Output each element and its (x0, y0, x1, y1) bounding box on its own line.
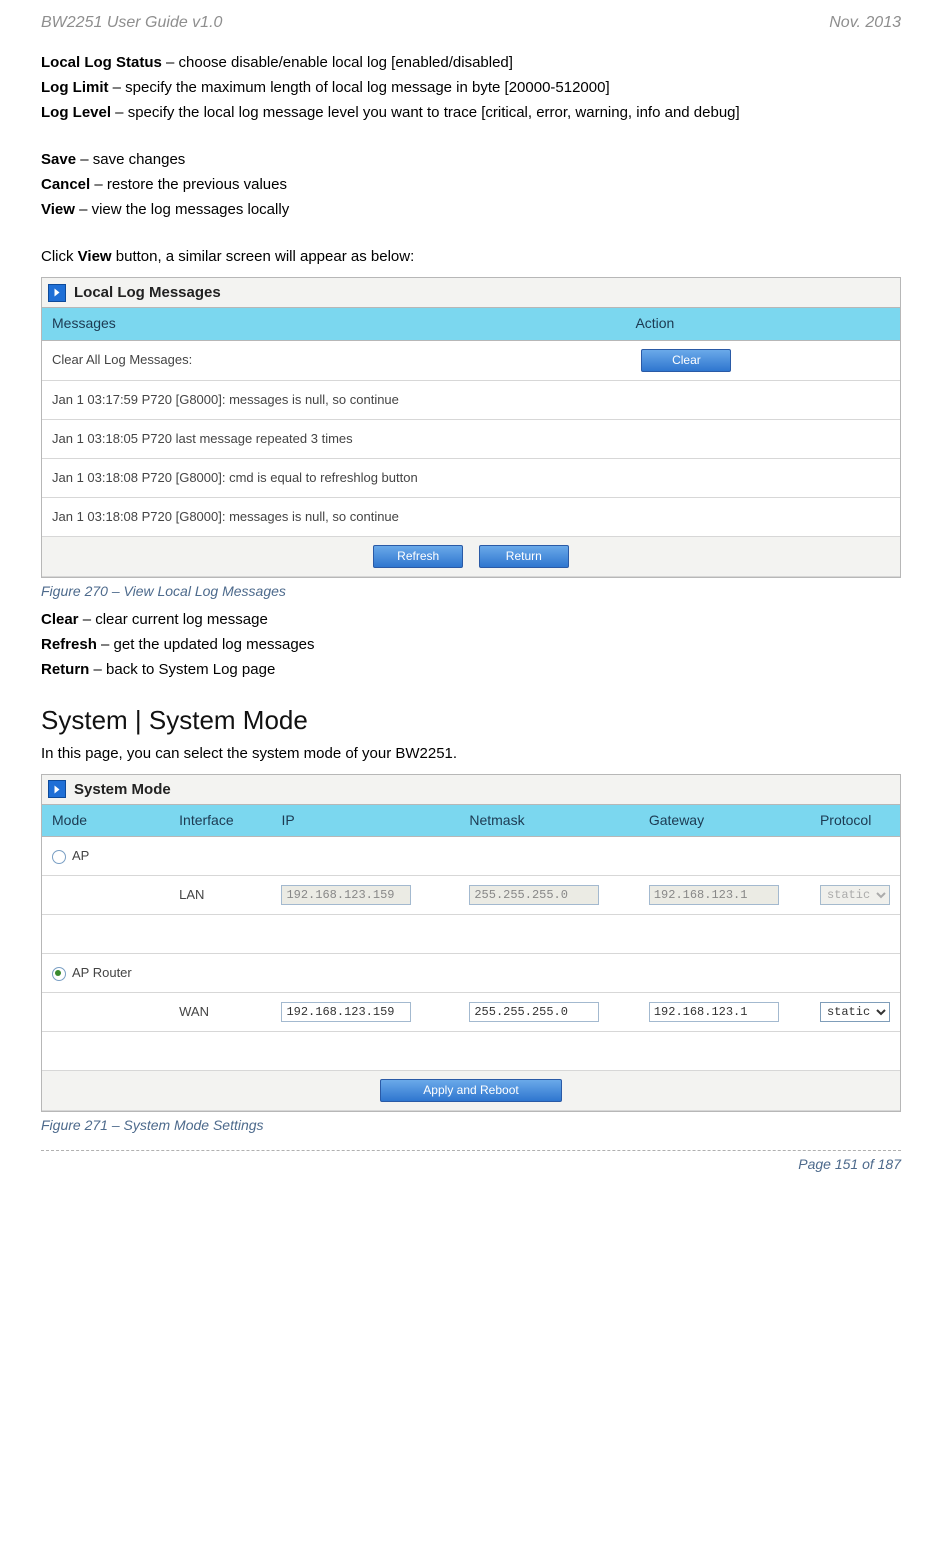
apply-reboot-button[interactable]: Apply and Reboot (380, 1079, 562, 1102)
def-return: Return – back to System Log page (41, 659, 901, 680)
def-local-log-status: Local Log Status – choose disable/enable… (41, 52, 901, 73)
term-log-level: Log Level (41, 104, 111, 121)
term-view: View (41, 201, 75, 218)
term-save: Save (41, 151, 76, 168)
def-view: View – view the log messages locally (41, 199, 901, 220)
lan-ip-input (281, 885, 411, 905)
mode-aprouter-row: AP Router (42, 954, 900, 993)
col-ip: IP (271, 805, 459, 837)
lan-gateway-input (649, 885, 779, 905)
return-button[interactable]: Return (479, 545, 569, 568)
wan-proto-select[interactable]: static (820, 1002, 890, 1022)
col-protocol: Protocol (810, 805, 900, 837)
panel-title-row: Local Log Messages (42, 278, 900, 308)
log-row: Jan 1 03:17:59 P720 [G8000]: messages is… (42, 380, 900, 419)
log-table: Messages Action Clear All Log Messages: … (42, 308, 900, 576)
radio-ap-router[interactable] (52, 967, 66, 981)
col-action: Action (625, 308, 900, 340)
panel-collapse-icon (48, 780, 66, 798)
col-interface: Interface (169, 805, 271, 837)
clear-all-label: Clear All Log Messages: (42, 340, 625, 380)
log-row: Jan 1 03:18:05 P720 last message repeate… (42, 419, 900, 458)
iface-lan-label: LAN (169, 876, 271, 915)
doc-header-right: Nov. 2013 (829, 12, 901, 34)
col-netmask: Netmask (459, 805, 639, 837)
section-heading-system-mode: System | System Mode (41, 702, 901, 738)
def-refresh: Refresh – get the updated log messages (41, 634, 901, 655)
panel-title: Local Log Messages (74, 282, 221, 303)
lan-proto-select: static (820, 885, 890, 905)
log-action-row: Refresh Return (42, 536, 900, 576)
clear-button[interactable]: Clear (641, 349, 731, 372)
section-intro: In this page, you can select the system … (41, 743, 901, 764)
col-mode: Mode (42, 805, 169, 837)
def-save: Save – save changes (41, 149, 901, 170)
panel-title-row: System Mode (42, 775, 900, 805)
radio-ap-label: AP (72, 848, 89, 863)
system-mode-panel: System Mode Mode Interface IP Netmask Ga… (41, 774, 901, 1112)
term-local-log-status: Local Log Status (41, 54, 162, 71)
term-cancel: Cancel (41, 176, 90, 193)
wan-netmask-input[interactable] (469, 1002, 599, 1022)
wan-gateway-input[interactable] (649, 1002, 779, 1022)
doc-header-left: BW2251 User Guide v1.0 (41, 12, 222, 34)
def-log-level: Log Level – specify the local log messag… (41, 102, 901, 123)
page-footer: Page 151 of 187 (41, 1155, 901, 1175)
lan-row: LAN static (42, 876, 900, 915)
click-view-sentence: Click View button, a similar screen will… (41, 246, 901, 267)
panel-title: System Mode (74, 779, 171, 800)
log-row: Jan 1 03:18:08 P720 [G8000]: messages is… (42, 497, 900, 536)
def-cancel: Cancel – restore the previous values (41, 174, 901, 195)
panel-collapse-icon (48, 284, 66, 302)
iface-wan-label: WAN (169, 993, 271, 1032)
doc-header: BW2251 User Guide v1.0 Nov. 2013 (41, 12, 901, 34)
spacer-row (42, 915, 900, 954)
term-return: Return (41, 661, 89, 678)
wan-row: WAN static (42, 993, 900, 1032)
col-gateway: Gateway (639, 805, 810, 837)
wan-ip-input[interactable] (281, 1002, 411, 1022)
figure-271-caption: Figure 271 – System Mode Settings (41, 1116, 901, 1136)
radio-ap[interactable] (52, 850, 66, 864)
term-refresh: Refresh (41, 636, 97, 653)
mode-ap-row: AP (42, 837, 900, 876)
figure-270-caption: Figure 270 – View Local Log Messages (41, 582, 901, 602)
clear-all-row: Clear All Log Messages: Clear (42, 340, 900, 380)
def-clear: Clear – clear current log message (41, 609, 901, 630)
radio-ap-router-label: AP Router (72, 965, 132, 980)
spacer-row (42, 1032, 900, 1071)
mode-action-row: Apply and Reboot (42, 1071, 900, 1111)
local-log-panel: Local Log Messages Messages Action Clear… (41, 277, 901, 577)
footer-divider (41, 1150, 901, 1151)
col-messages: Messages (42, 308, 625, 340)
lan-netmask-input (469, 885, 599, 905)
def-log-limit: Log Limit – specify the maximum length o… (41, 77, 901, 98)
log-row: Jan 1 03:18:08 P720 [G8000]: cmd is equa… (42, 458, 900, 497)
term-log-limit: Log Limit (41, 79, 109, 96)
term-clear: Clear (41, 611, 79, 628)
refresh-button[interactable]: Refresh (373, 545, 463, 568)
system-mode-table: Mode Interface IP Netmask Gateway Protoc… (42, 805, 900, 1111)
